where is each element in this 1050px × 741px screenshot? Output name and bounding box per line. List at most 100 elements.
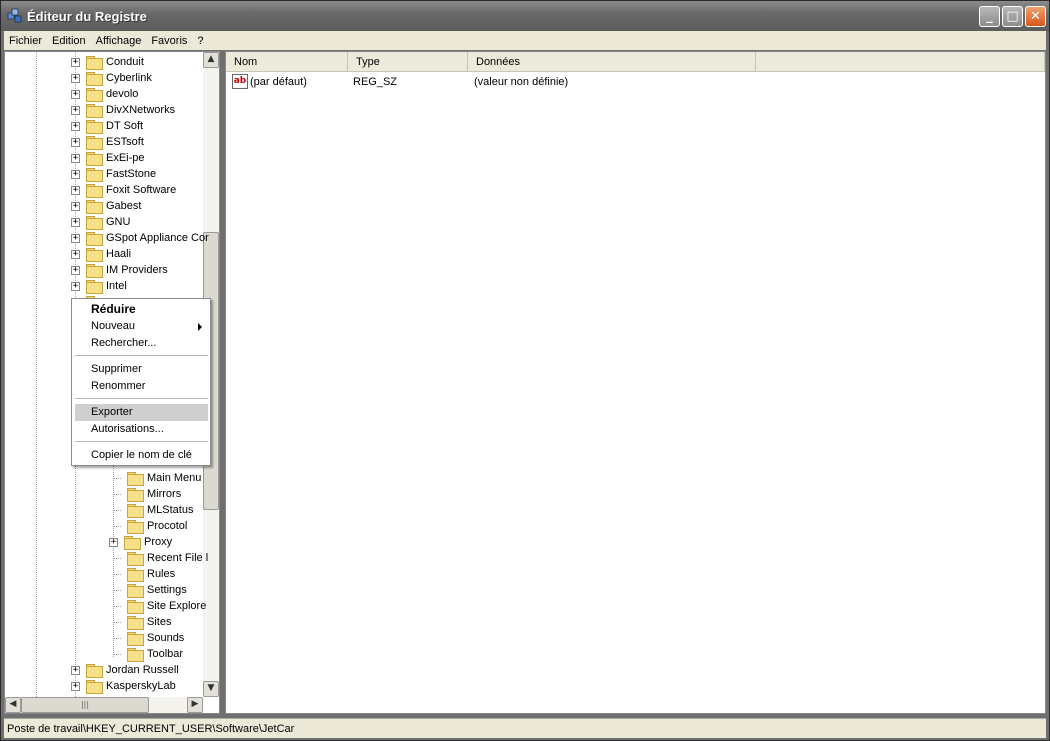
tree-connector <box>113 477 121 479</box>
tree-item[interactable]: + ExEi-pe <box>71 150 145 166</box>
scroll-right-icon[interactable]: ▶ <box>187 697 203 713</box>
tree-item[interactable]: + Proxy <box>109 534 172 550</box>
tree-item[interactable]: + GNU <box>71 214 130 230</box>
folder-icon <box>86 280 103 294</box>
expand-plus-icon[interactable]: + <box>109 537 118 547</box>
tree-connector <box>113 637 121 639</box>
window-title: Éditeur du Registre <box>27 9 147 24</box>
ctx-supprimer[interactable]: Supprimer <box>75 361 208 378</box>
expand-plus-icon[interactable]: + <box>71 57 80 67</box>
expand-plus-icon[interactable]: + <box>71 137 80 147</box>
expand-plus-icon[interactable]: + <box>71 249 80 259</box>
expand-plus-icon[interactable]: + <box>71 73 80 83</box>
expand-plus-icon[interactable]: + <box>71 153 80 163</box>
scroll-down-icon[interactable]: ▼ <box>203 681 219 697</box>
expand-plus-icon[interactable]: + <box>71 201 80 211</box>
tree-item[interactable]: + Gabest <box>71 198 141 214</box>
column-header-data[interactable]: Données <box>468 52 756 72</box>
tree-item[interactable]: Main Menu <box>113 470 201 486</box>
tree-item[interactable]: Settings <box>113 582 187 598</box>
tree-item-label: Cyberlink <box>106 72 152 84</box>
registry-editor-window: Éditeur du Registre _ □ ✕ Fichier Editio… <box>0 0 1050 741</box>
expand-plus-icon[interactable]: + <box>71 217 80 227</box>
folder-icon <box>86 56 103 70</box>
folder-icon <box>86 104 103 118</box>
tree-item-label: Conduit <box>106 56 144 68</box>
values-list-pane[interactable]: Nom Type Données ab (par défaut) REG_SZ … <box>225 51 1046 714</box>
tree-item[interactable]: + FastStone <box>71 166 156 182</box>
scroll-left-icon[interactable]: ◀ <box>5 697 21 713</box>
tree-item-label: IM Providers <box>106 264 168 276</box>
tree-item[interactable]: + DivXNetworks <box>71 102 175 118</box>
expand-plus-icon[interactable]: + <box>71 185 80 195</box>
menu-favoris[interactable]: Favoris <box>146 35 192 47</box>
minimize-button[interactable]: _ <box>979 6 1000 27</box>
tree-item[interactable]: + IM Providers <box>71 262 168 278</box>
tree-horizontal-scrollbar[interactable]: ◀ ||| ▶ <box>5 697 203 713</box>
ctx-reduire[interactable]: Réduire <box>75 301 208 318</box>
folder-icon <box>86 184 103 198</box>
menu-help[interactable]: ? <box>192 35 208 47</box>
tree-item[interactable]: + KasperskyLab <box>71 678 176 694</box>
column-header-name[interactable]: Nom <box>226 52 348 72</box>
expand-plus-icon[interactable]: + <box>71 281 80 291</box>
tree-item-label: Main Menu <box>147 472 202 484</box>
menu-edition[interactable]: Edition <box>47 35 91 47</box>
tree-item[interactable]: MLStatus <box>113 502 193 518</box>
tree-connector <box>113 589 121 591</box>
tree-item-label: Gabest <box>106 200 142 212</box>
expand-plus-icon[interactable]: + <box>71 89 80 99</box>
folder-icon <box>86 264 103 278</box>
tree-item-label: devolo <box>106 88 139 100</box>
tree-item[interactable]: + Cyberlink <box>71 70 152 86</box>
tree-item[interactable]: Site Explore <box>113 598 206 614</box>
expand-plus-icon[interactable]: + <box>71 105 80 115</box>
tree-item[interactable]: + Haali <box>71 246 131 262</box>
tree-item-label: Sites <box>147 616 172 628</box>
submenu-arrow-icon <box>198 323 202 331</box>
ctx-copier-nom-cle[interactable]: Copier le nom de clé <box>75 447 208 464</box>
tree-item[interactable]: + GSpot Appliance Cor <box>71 230 209 246</box>
column-header-type[interactable]: Type <box>348 52 468 72</box>
tree-item[interactable]: + Conduit <box>71 54 144 70</box>
tree-item[interactable]: Rules <box>113 566 175 582</box>
ctx-nouveau[interactable]: Nouveau <box>75 318 208 335</box>
expand-plus-icon[interactable]: + <box>71 169 80 179</box>
tree-item-label: GNU <box>106 216 131 228</box>
tree-item-label: Toolbar <box>147 648 184 660</box>
scroll-up-icon[interactable]: ▲ <box>203 52 219 68</box>
tree-item[interactable]: + ESTsoft <box>71 134 144 150</box>
title-bar[interactable]: Éditeur du Registre _ □ ✕ <box>1 1 1049 31</box>
tree-item[interactable]: Mirrors <box>113 486 181 502</box>
expand-plus-icon[interactable]: + <box>71 681 80 691</box>
menu-affichage[interactable]: Affichage <box>91 35 147 47</box>
maximize-button[interactable]: □ <box>1002 6 1023 27</box>
ctx-autorisations[interactable]: Autorisations... <box>75 421 208 438</box>
ctx-rechercher[interactable]: Rechercher... <box>75 335 208 352</box>
expand-plus-icon[interactable]: + <box>71 665 80 675</box>
tree-item[interactable]: Sounds <box>113 630 184 646</box>
value-name[interactable]: (par défaut) <box>250 74 307 90</box>
folder-icon <box>127 552 144 566</box>
horizontal-scroll-thumb[interactable]: ||| <box>21 697 149 713</box>
tree-item[interactable]: + devolo <box>71 86 138 102</box>
folder-icon <box>127 632 144 646</box>
ctx-exporter[interactable]: Exporter <box>75 404 208 421</box>
column-header-empty <box>756 52 1045 72</box>
tree-item[interactable]: Recent File l <box>113 550 208 566</box>
tree-item[interactable]: + Intel <box>71 278 127 294</box>
expand-plus-icon[interactable]: + <box>71 265 80 275</box>
close-button[interactable]: ✕ <box>1025 6 1046 27</box>
tree-item[interactable]: Procotol <box>113 518 187 534</box>
expand-plus-icon[interactable]: + <box>71 233 80 243</box>
tree-item[interactable]: + Jordan Russell <box>71 662 179 678</box>
menu-fichier[interactable]: Fichier <box>4 35 47 47</box>
tree-item[interactable]: Toolbar <box>113 646 183 662</box>
tree-item[interactable]: Sites <box>113 614 171 630</box>
tree-item[interactable]: + Foxit Software <box>71 182 176 198</box>
expand-plus-icon[interactable]: + <box>71 121 80 131</box>
tree-item-label: Settings <box>147 584 187 596</box>
ctx-renommer[interactable]: Renommer <box>75 378 208 395</box>
tree-item[interactable]: + DT Soft <box>71 118 143 134</box>
folder-icon <box>127 504 144 518</box>
